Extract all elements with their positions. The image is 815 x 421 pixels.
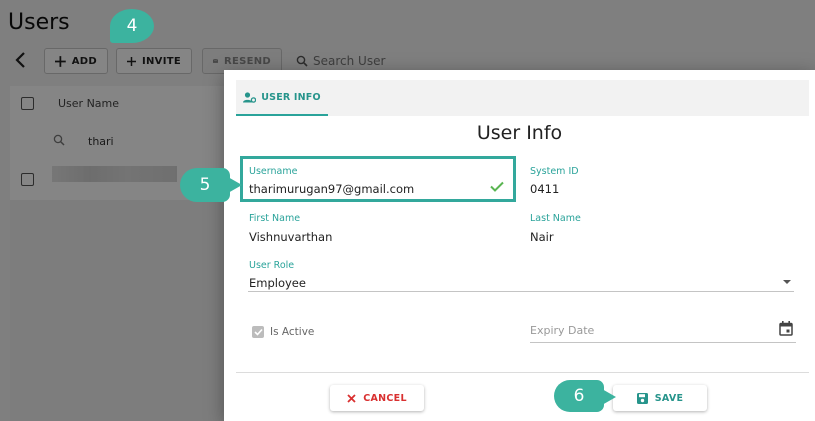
system-id-label: System ID (530, 166, 579, 177)
user-info-dialog: USER INFO User Info Username tharimuruga… (224, 70, 815, 421)
footer-divider (236, 372, 809, 373)
user-gear-icon (243, 91, 257, 103)
username-field[interactable]: tharimurugan97@gmail.com (249, 182, 414, 196)
first-name-label: First Name (249, 213, 301, 224)
tab-user-info[interactable]: USER INFO (236, 80, 328, 116)
tab-label: USER INFO (261, 91, 321, 103)
dropdown-arrow-icon[interactable] (783, 280, 791, 284)
save-button[interactable]: SAVE (613, 385, 707, 411)
checkmark-icon (253, 328, 263, 336)
save-icon (636, 392, 648, 404)
calendar-icon[interactable] (779, 321, 793, 336)
cancel-button[interactable]: CANCEL (330, 385, 424, 411)
step-5-callout: 5 (180, 168, 242, 202)
step-4-callout: 4 (110, 9, 154, 43)
close-icon (347, 393, 356, 403)
last-name-field[interactable]: Nair (530, 230, 554, 244)
user-role-label: User Role (249, 260, 295, 271)
cancel-button-label: CANCEL (363, 392, 407, 404)
save-button-label: SAVE (654, 392, 684, 404)
username-label: Username (249, 166, 298, 177)
step-6-callout: 6 (554, 380, 616, 412)
is-active-checkbox[interactable] (252, 326, 264, 338)
expiry-date-input[interactable]: Expiry Date (530, 324, 594, 337)
expiry-date-underline (530, 342, 796, 343)
checkmark-icon (490, 181, 504, 192)
user-role-underline (248, 291, 794, 292)
tab-strip: USER INFO (236, 80, 809, 116)
user-role-select[interactable]: Employee (249, 276, 306, 290)
dialog-title: User Info (476, 122, 563, 144)
is-active-label: Is Active (270, 326, 315, 338)
system-id-value: 0411 (530, 182, 560, 196)
last-name-label: Last Name (530, 213, 581, 224)
first-name-field[interactable]: Vishnuvarthan (249, 230, 332, 244)
